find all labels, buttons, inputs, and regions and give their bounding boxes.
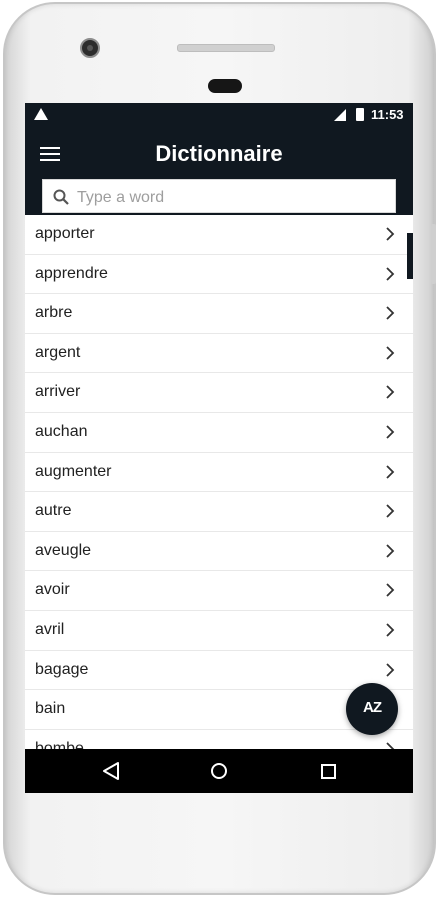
list-item[interactable]: bagage <box>25 651 413 691</box>
status-bar: 11:53 <box>25 103 413 127</box>
chevron-right-icon <box>386 266 395 281</box>
word-list: apporter apprendre arbre argent arriver … <box>25 215 413 749</box>
app-title: Dictionnaire <box>155 141 283 166</box>
front-camera <box>80 38 100 58</box>
word-label: argent <box>35 343 81 361</box>
list-item[interactable]: aveugle <box>25 532 413 572</box>
sort-az-button[interactable]: AZ <box>346 683 398 735</box>
chevron-right-icon <box>386 227 395 241</box>
word-label: avoir <box>35 581 70 599</box>
app-bar: Dictionnaire <box>25 127 413 215</box>
word-label: arbre <box>35 304 73 322</box>
chevron-right-icon <box>386 662 395 677</box>
scrollbar[interactable] <box>407 233 413 279</box>
list-item[interactable]: avril <box>25 611 413 651</box>
chevron-right-icon <box>386 583 395 597</box>
chevron-right-icon <box>386 306 395 320</box>
phone-screen: 11:53 Dictionnaire apporter apprendre ar… <box>25 103 413 793</box>
warning-icon <box>34 108 48 120</box>
chevron-right-icon <box>386 346 395 360</box>
word-label: aveugle <box>35 541 92 559</box>
search-input[interactable] <box>75 186 379 210</box>
list-item[interactable]: arriver <box>25 373 413 413</box>
word-label: arriver <box>35 383 81 401</box>
search-bar <box>42 179 396 213</box>
battery-icon <box>356 108 364 121</box>
word-label: bain <box>35 700 66 718</box>
earpiece <box>177 44 275 52</box>
list-item[interactable]: bombe <box>25 730 413 749</box>
list-item[interactable]: argent <box>25 334 413 374</box>
word-label: apporter <box>35 225 95 242</box>
list-item[interactable]: apprendre <box>25 255 413 295</box>
home-icon <box>211 763 227 779</box>
sort-az-icon: AZ <box>363 699 382 716</box>
list-item[interactable]: apporter <box>25 215 413 255</box>
search-icon <box>53 189 69 205</box>
back-icon <box>103 762 119 780</box>
chevron-right-icon <box>386 504 395 518</box>
word-label: apprendre <box>35 264 108 282</box>
list-item[interactable]: auchan <box>25 413 413 453</box>
word-label: auchan <box>35 422 88 440</box>
list-item[interactable]: augmenter <box>25 453 413 493</box>
word-label: augmenter <box>35 462 112 480</box>
chevron-right-icon <box>386 742 395 749</box>
navigation-bar <box>25 749 413 793</box>
recents-button[interactable] <box>299 749 359 793</box>
chevron-right-icon <box>386 623 395 637</box>
chevron-right-icon <box>386 544 395 558</box>
word-label: bombe <box>35 739 84 749</box>
status-time: 11:53 <box>371 107 404 122</box>
list-item[interactable]: arbre <box>25 294 413 334</box>
word-label: autre <box>35 502 72 520</box>
recents-icon <box>321 764 336 779</box>
signal-icon <box>334 109 346 121</box>
list-item[interactable]: autre <box>25 492 413 532</box>
list-item[interactable]: avoir <box>25 571 413 611</box>
chevron-right-icon <box>386 425 395 439</box>
word-label: bagage <box>35 660 89 678</box>
word-label: avril <box>35 620 65 638</box>
chevron-right-icon <box>386 385 395 400</box>
home-button[interactable] <box>189 749 249 793</box>
back-button[interactable] <box>80 749 140 793</box>
phone-side-button <box>431 224 436 284</box>
chevron-right-icon <box>386 464 395 479</box>
proximity-sensor <box>208 79 242 93</box>
